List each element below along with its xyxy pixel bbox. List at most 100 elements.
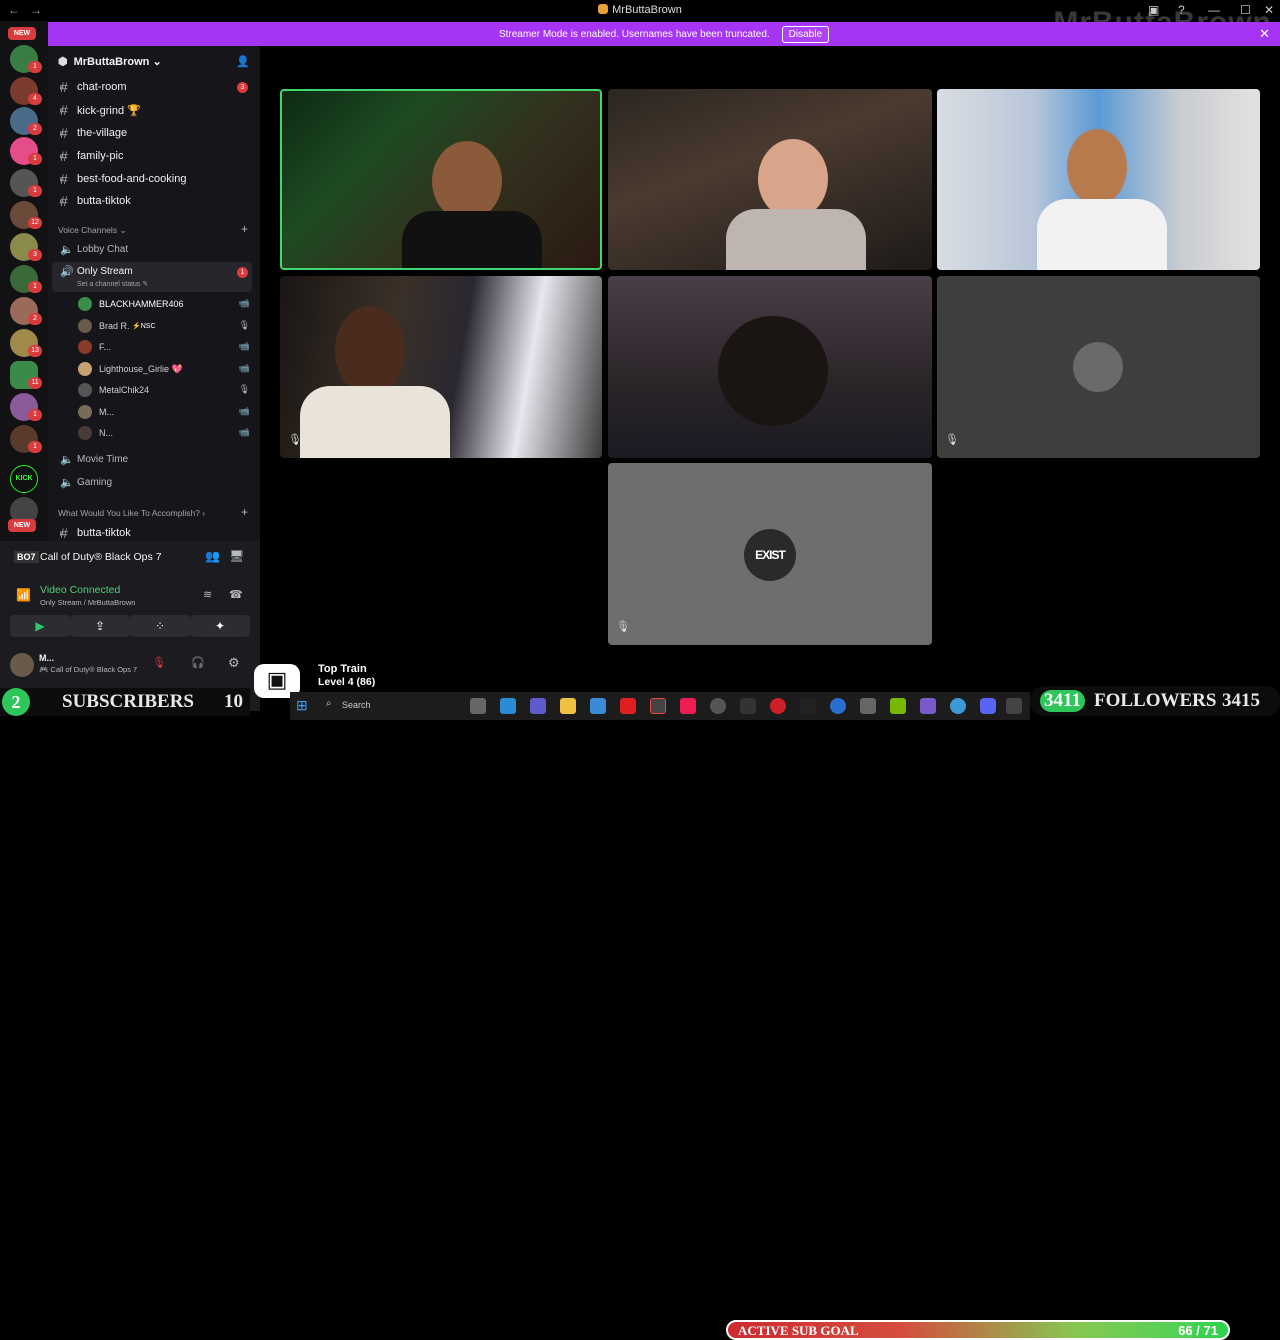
participant-figure xyxy=(758,139,828,219)
new-badge: NEW xyxy=(8,27,36,40)
channel-butta-tiktok-2[interactable]: ▸ # butta-tiktok xyxy=(60,525,131,541)
share-screen-button[interactable]: ⇪ xyxy=(70,615,130,637)
muted-mic-icon: 🎙 xyxy=(238,320,250,330)
app-icon[interactable] xyxy=(830,698,846,714)
add-channel-icon[interactable]: + xyxy=(241,222,248,236)
chevron-right-icon: ▸ xyxy=(60,528,65,538)
disable-streamer-mode-button[interactable]: Disable xyxy=(781,25,830,43)
store-icon[interactable] xyxy=(590,698,606,714)
category-accomplish[interactable]: What Would You Like To Accomplish? › xyxy=(58,508,205,518)
video-tile[interactable] xyxy=(280,89,602,270)
chevron-right-icon: ▸ xyxy=(60,151,65,161)
channel-family-pic[interactable]: ▸ # family-pic xyxy=(60,148,123,164)
tiktok-icon[interactable] xyxy=(680,698,696,714)
voice-user[interactable]: F... xyxy=(78,340,111,354)
voice-user[interactable]: Brad R. ⚡NSC xyxy=(78,319,156,333)
channel-the-village[interactable]: ▸ # the-village xyxy=(60,125,127,141)
server-header[interactable]: ⬢ MrButtaBrown ⌄ xyxy=(58,55,162,68)
channel-sidebar: ⬢ MrButtaBrown ⌄ 👤 ▸ # chat-room 3 ▸ # kick-g… xyxy=(48,46,260,541)
banner-text: Streamer Mode is enabled. Usernames have… xyxy=(498,28,770,40)
screen-share-icon[interactable]: 🖥 xyxy=(229,549,244,563)
avatar xyxy=(78,362,92,376)
app-icon[interactable] xyxy=(860,698,876,714)
muted-mic-icon: 🎙 xyxy=(288,434,302,446)
activities-button[interactable]: ⁘ xyxy=(130,615,190,637)
capcut-icon[interactable] xyxy=(650,698,666,714)
add-channel-icon[interactable]: + xyxy=(241,505,248,519)
connection-status[interactable]: Video Connected xyxy=(40,584,120,596)
channel-label: butta-tiktok xyxy=(77,195,131,207)
invite-user-icon[interactable]: 👤 xyxy=(236,55,250,68)
channel-status[interactable]: Set a channel status ✎ xyxy=(77,280,148,288)
app-icon[interactable] xyxy=(770,698,786,714)
speaker-icon: 🔈 xyxy=(60,244,74,256)
nvidia-icon[interactable] xyxy=(890,698,906,714)
channel-kick-grind[interactable]: ▸ # kick-grind 🏆 xyxy=(60,102,141,118)
app-icon[interactable] xyxy=(1006,698,1022,714)
muted-mic-icon: 🎙 xyxy=(238,384,250,394)
close-banner-icon[interactable]: ✕ xyxy=(1259,26,1270,42)
voice-user[interactable]: Lighthouse_Girlie 💖 xyxy=(78,362,183,376)
voice-channel-movie-time[interactable]: 🔈 Movie Time xyxy=(60,453,128,466)
video-tile[interactable]: EXIST 🎙 xyxy=(608,463,932,645)
video-stage: 🎙 🎙 EXIST 🎙 xyxy=(260,46,1280,666)
chevron-right-icon: ▸ xyxy=(60,196,65,206)
level-points: (86) xyxy=(356,676,376,688)
channel-butta-tiktok[interactable]: ▸ # butta-tiktok xyxy=(60,193,131,209)
connection-channel[interactable]: Only Stream / MrButtaBrown xyxy=(40,598,135,607)
voice-channel-only-stream[interactable]: 🔊 Only Stream xyxy=(60,265,133,278)
browser-icon[interactable] xyxy=(950,698,966,714)
kick-server-icon[interactable]: KICK xyxy=(10,465,38,493)
youtube-icon[interactable] xyxy=(620,698,636,714)
channel-chat-room[interactable]: ▸ # chat-room xyxy=(60,79,127,95)
video-tile[interactable]: 🎙 xyxy=(280,276,602,458)
unread-badge: 1 xyxy=(28,409,42,421)
voice-channel-lobby[interactable]: 🔈 Lobby Chat xyxy=(60,243,128,256)
avatar xyxy=(78,297,92,311)
soundboard-button[interactable]: ✦ xyxy=(190,615,250,637)
voice-user[interactable]: M... xyxy=(78,405,114,419)
participant-figure xyxy=(335,306,405,396)
windows-start-icon[interactable]: ⊞ xyxy=(296,697,308,714)
disconnect-icon[interactable]: ☎ xyxy=(229,588,243,601)
goal-separator: / xyxy=(1196,1323,1200,1338)
voice-category[interactable]: Voice Channels ⌄ xyxy=(58,225,127,236)
voice-user[interactable]: N... xyxy=(78,426,113,440)
copilot-icon[interactable] xyxy=(500,698,516,714)
teams-icon[interactable] xyxy=(530,698,546,714)
channel-label: the-village xyxy=(77,127,128,139)
video-tile[interactable]: 🎙 xyxy=(937,276,1260,458)
app-icon[interactable] xyxy=(740,698,756,714)
channel-best-food[interactable]: ▸ # best-food-and-cooking xyxy=(60,171,186,187)
voice-user-name: M... xyxy=(99,407,114,417)
goal-total: 71 xyxy=(1203,1323,1218,1338)
video-tile[interactable] xyxy=(608,89,932,270)
channel-label: family-pic xyxy=(77,150,124,162)
app-icon[interactable] xyxy=(920,698,936,714)
voice-user[interactable]: BLACKHAMMER406 xyxy=(78,297,184,311)
chevron-right-icon: ▸ xyxy=(60,128,65,138)
unread-badge: 2 xyxy=(28,313,42,325)
task-view-icon[interactable] xyxy=(470,698,486,714)
unread-badge: 3 xyxy=(28,249,42,261)
channel-label: kick-grind 🏆 xyxy=(77,104,141,117)
voice-user[interactable]: MetalChik24 xyxy=(78,383,149,397)
app-icon[interactable] xyxy=(710,698,726,714)
channel-label: Gaming xyxy=(77,477,113,488)
camera-toggle-button[interactable]: ▶ xyxy=(10,615,70,637)
discord-icon[interactable] xyxy=(980,698,996,714)
speaker-icon: 🔈 xyxy=(60,454,74,466)
noise-suppression-icon[interactable]: ≋ xyxy=(203,588,212,601)
search-icon[interactable]: ⌕ xyxy=(326,698,332,709)
video-tile[interactable] xyxy=(937,89,1260,270)
taskbar-search[interactable]: Search xyxy=(342,700,371,710)
unread-badge: 13 xyxy=(28,345,42,357)
followers-left-count: 3411 xyxy=(1040,690,1085,712)
voice-channel-gaming[interactable]: 🔈 Gaming xyxy=(60,476,112,489)
app-icon[interactable] xyxy=(800,698,816,714)
level-value: Level 4 xyxy=(318,676,354,688)
video-tile[interactable] xyxy=(608,276,932,458)
activity-users-icon[interactable]: 👥 xyxy=(205,549,220,563)
file-explorer-icon[interactable] xyxy=(560,698,576,714)
participant-figure xyxy=(300,386,450,458)
